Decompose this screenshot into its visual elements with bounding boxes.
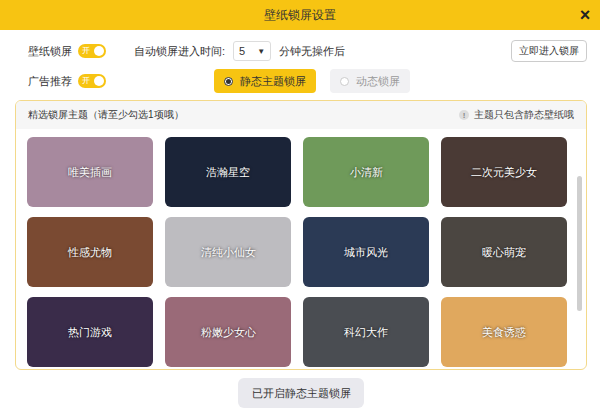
theme-card[interactable]: 清纯小仙女 [165,217,291,287]
theme-card[interactable]: 浩瀚星空 [165,137,291,207]
dropdown-arrow-icon: ▼ [257,47,265,56]
themes-panel: 精选锁屏主题（请至少勾选1项哦）! 主题只包含静态壁纸哦唯美插画 浩瀚星空 小清新 二次… [15,100,587,370]
theme-card[interactable]: 小清新 [303,137,429,207]
theme-label: 清纯小仙女 [201,245,256,260]
lock-screen-label: 壁纸锁屏 [28,44,72,59]
themes-note: ! 主题只包含静态壁纸哦 [459,108,574,122]
radio-dot [226,79,231,84]
ads-toggle[interactable]: 开 [78,74,106,88]
static-lock-button[interactable]: 已开启静态主题锁屏 [238,378,364,408]
ads-label: 广告推荐 [28,74,72,89]
theme-label: 二次元美少女 [471,165,537,180]
info-icon: ! [459,110,469,120]
theme-card[interactable]: 唯美插画 [27,137,153,207]
theme-label: 美食诱惑 [482,325,526,340]
theme-card[interactable]: 性感尤物 [27,217,153,287]
ads-row: 广告推荐 开 静态主题锁屏 动态锁屏 [15,66,587,96]
themes-title: 精选锁屏主题（请至少勾选1项哦） [28,108,184,122]
radio-button [340,77,349,86]
lock-row: 壁纸锁屏开自动锁屏进入时间:5▼分钟无操作后立即进入锁屏 [15,36,587,66]
mode-tab[interactable]: 动态锁屏 [330,69,410,93]
footer: 已开启静态主题锁屏 [15,370,587,408]
theme-card[interactable]: 热门游戏 [27,297,153,367]
mode-tab[interactable]: 静态主题锁屏 [214,69,316,93]
scrollbar-thumb[interactable] [577,176,582,311]
toggle-knob [94,76,104,86]
toggle-text: 开 [82,77,90,85]
themes-scroll-area: 唯美插画 浩瀚星空 小清新 二次元美少女性感尤物 清纯小仙女 城市风光 暖心萌宠热门游戏 粉嫩… [16,129,572,369]
mode-label: 动态锁屏 [356,74,400,89]
theme-card[interactable]: 科幻大作 [303,297,429,367]
toggle-text: 开 [82,47,90,55]
theme-card[interactable]: 粉嫩少女心 [165,297,291,367]
select-value: 5 [239,45,245,57]
radio-button [224,77,233,86]
theme-label: 浩瀚星空 [206,165,250,180]
mode-tabs: 静态主题锁屏 动态锁屏 [214,69,410,93]
title-bar: 壁纸锁屏设置× [0,0,600,30]
theme-label: 小清新 [350,165,383,180]
settings-window: 壁纸锁屏设置×壁纸锁屏开自动锁屏进入时间:5▼分钟无操作后立即进入锁屏广告推荐开… [0,0,600,418]
note-text: 主题只包含静态壁纸哦 [474,108,574,122]
auto-lock-group: 自动锁屏进入时间:5▼分钟无操作后 [134,41,345,61]
theme-label: 城市风光 [344,245,388,260]
window-title: 壁纸锁屏设置 [30,7,570,24]
theme-card[interactable]: 二次元美少女 [441,137,567,207]
window-body: 壁纸锁屏开自动锁屏进入时间:5▼分钟无操作后立即进入锁屏广告推荐开静态主题锁屏动… [0,30,600,418]
close-button[interactable]: × [570,6,600,24]
theme-label: 性感尤物 [68,245,112,260]
auto-lock-select[interactable]: 5▼ [233,41,271,61]
auto-lock-label: 自动锁屏进入时间: [134,44,225,59]
lock-screen-toggle[interactable]: 开 [78,44,106,58]
toggle-knob [94,46,104,56]
themes-header: 精选锁屏主题（请至少勾选1项哦）! 主题只包含静态壁纸哦 [16,101,586,129]
theme-label: 粉嫩少女心 [201,325,256,340]
theme-label: 科幻大作 [344,325,388,340]
mode-label: 静态主题锁屏 [240,74,306,89]
auto-lock-suffix: 分钟无操作后 [279,44,345,59]
theme-label: 暖心萌宠 [482,245,526,260]
enter-lock-button[interactable]: 立即进入锁屏 [511,40,587,62]
theme-label: 热门游戏 [68,325,112,340]
themes-body: 唯美插画 浩瀚星空 小清新 二次元美少女性感尤物 清纯小仙女 城市风光 暖心萌宠热门游戏 粉嫩… [16,129,586,369]
theme-card[interactable]: 城市风光 [303,217,429,287]
scrollbar [572,129,586,369]
theme-label: 唯美插画 [68,165,112,180]
theme-card[interactable]: 美食诱惑 [441,297,567,367]
theme-card[interactable]: 暖心萌宠 [441,217,567,287]
themes-grid: 唯美插画 浩瀚星空 小清新 二次元美少女性感尤物 清纯小仙女 城市风光 暖心萌宠热门游戏 粉嫩… [27,137,572,367]
